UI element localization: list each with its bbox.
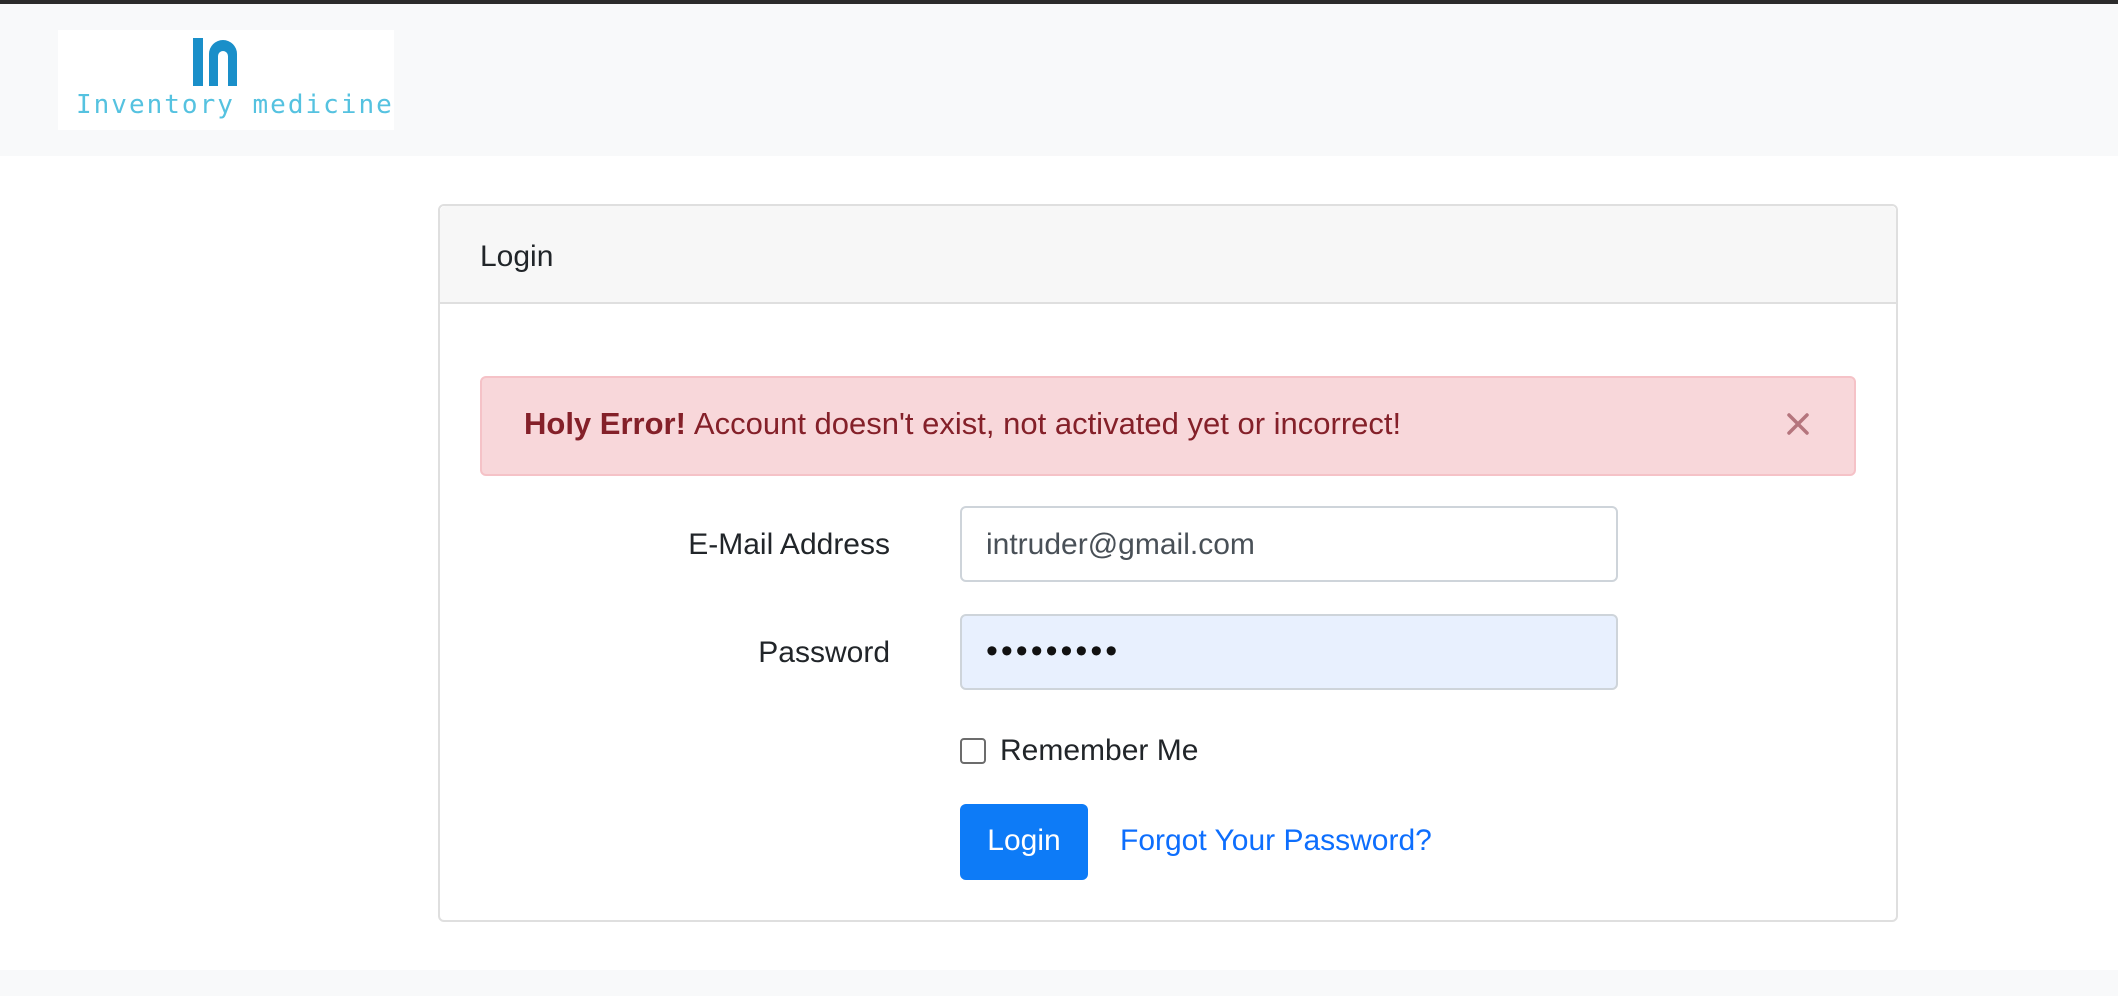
login-card: Login Holy Error! Account doesn't exist, …: [438, 204, 1898, 922]
logo-text: Inventory medicine: [76, 90, 394, 120]
brand-logo[interactable]: Inventory medicine: [58, 30, 394, 130]
navbar: Inventory medicine: [0, 4, 2118, 156]
footer-band: [0, 970, 2118, 996]
email-field[interactable]: intruder@gmail.com: [960, 506, 1618, 582]
alert-message: Account doesn't exist, not activated yet…: [693, 406, 1402, 441]
login-button[interactable]: Login: [960, 804, 1088, 880]
password-label: Password: [758, 636, 890, 669]
close-icon[interactable]: [1782, 408, 1814, 440]
logo-mark-icon: [193, 38, 237, 86]
error-alert: Holy Error! Account doesn't exist, not ac…: [480, 376, 1856, 476]
email-label: E-Mail Address: [688, 528, 890, 561]
alert-strong: Holy Error!: [524, 406, 686, 441]
password-field[interactable]: •••••••••: [960, 614, 1618, 690]
remember-me-checkbox[interactable]: [960, 738, 986, 764]
forgot-password-link[interactable]: Forgot Your Password?: [1120, 824, 1432, 858]
remember-me-label[interactable]: Remember Me: [1000, 734, 1198, 768]
card-title: Login: [440, 206, 1896, 304]
